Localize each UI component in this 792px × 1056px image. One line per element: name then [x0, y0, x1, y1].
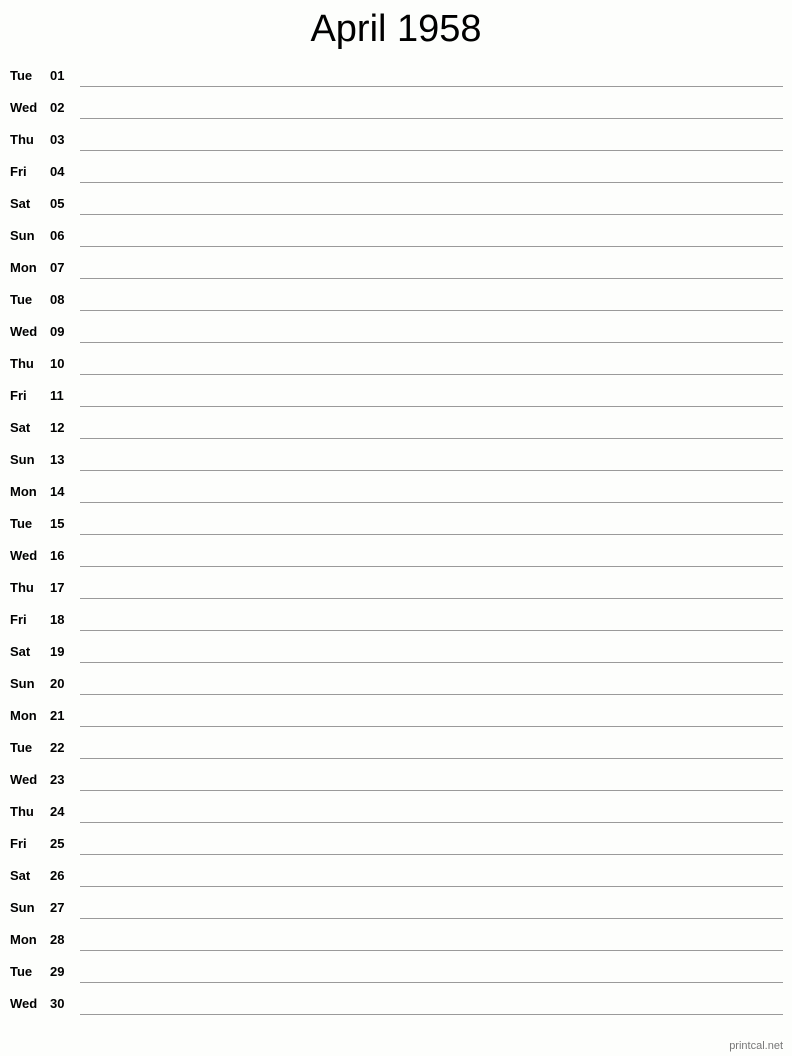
day-row: Sun 20	[0, 662, 792, 695]
day-number: 09	[50, 324, 65, 339]
day-number: 18	[50, 612, 65, 627]
day-row: Tue 08	[0, 278, 792, 311]
weekday-label: Fri	[10, 612, 27, 627]
day-row: Wed 30	[0, 982, 792, 1015]
day-row: Tue 22	[0, 726, 792, 759]
day-row: Fri 04	[0, 150, 792, 183]
day-number: 02	[50, 100, 65, 115]
weekday-label: Wed	[10, 772, 38, 787]
day-number: 12	[50, 420, 65, 435]
day-row: Sun 06	[0, 214, 792, 247]
day-number: 28	[50, 932, 65, 947]
day-number: 07	[50, 260, 65, 275]
calendar-title: April 1958	[310, 8, 482, 50]
day-row: Thu 24	[0, 790, 792, 823]
weekday-label: Tue	[10, 740, 33, 755]
weekday-label: Fri	[10, 164, 27, 179]
weekday-label: Tue	[10, 68, 33, 83]
weekday-label: Sat	[10, 420, 31, 435]
weekday-label: Sat	[10, 868, 31, 883]
day-number: 10	[50, 356, 65, 371]
day-number: 25	[50, 836, 65, 851]
day-number: 06	[50, 228, 65, 243]
day-row: Mon 28	[0, 918, 792, 951]
weekday-label: Mon	[10, 260, 37, 275]
day-row: Thu 03	[0, 118, 792, 151]
day-row: Fri 18	[0, 598, 792, 631]
footer-credit: printcal.net	[729, 1040, 783, 1052]
weekday-label: Sun	[10, 452, 35, 467]
weekday-label: Fri	[10, 836, 27, 851]
day-number: 17	[50, 580, 65, 595]
weekday-label: Sun	[10, 676, 35, 691]
day-number: 27	[50, 900, 65, 915]
weekday-label: Thu	[10, 804, 34, 819]
day-number: 19	[50, 644, 65, 659]
day-row: Tue 29	[0, 950, 792, 983]
day-row: Sat 12	[0, 406, 792, 439]
day-number: 23	[50, 772, 65, 787]
day-row: Mon 07	[0, 246, 792, 279]
day-number: 26	[50, 868, 65, 883]
day-row: Wed 23	[0, 758, 792, 791]
day-row: Sun 27	[0, 886, 792, 919]
day-row: Sat 26	[0, 854, 792, 887]
weekday-label: Wed	[10, 324, 38, 339]
day-number: 13	[50, 452, 65, 467]
weekday-label: Tue	[10, 964, 33, 979]
day-number: 03	[50, 132, 65, 147]
day-number: 22	[50, 740, 65, 755]
day-row: Tue 01	[0, 54, 792, 87]
weekday-label: Wed	[10, 996, 38, 1011]
weekday-label: Thu	[10, 132, 34, 147]
day-number: 29	[50, 964, 65, 979]
weekday-label: Tue	[10, 292, 33, 307]
day-number: 20	[50, 676, 65, 691]
day-list: Tue 01 Wed 02 Thu 03 Fri 04 Sat 05 Sun 06 Mon 07 Tue 08…	[0, 54, 792, 1015]
weekday-label: Mon	[10, 932, 37, 947]
writing-line	[80, 1014, 783, 1015]
day-row: Fri 25	[0, 822, 792, 855]
day-number: 04	[50, 164, 65, 179]
weekday-label: Thu	[10, 580, 34, 595]
weekday-label: Wed	[10, 548, 38, 563]
day-number: 24	[50, 804, 65, 819]
weekday-label: Sun	[10, 228, 35, 243]
day-number: 15	[50, 516, 65, 531]
day-number: 16	[50, 548, 65, 563]
day-row: Wed 02	[0, 86, 792, 119]
day-number: 30	[50, 996, 65, 1011]
day-number: 21	[50, 708, 65, 723]
weekday-label: Wed	[10, 100, 38, 115]
day-row: Thu 10	[0, 342, 792, 375]
day-number: 01	[50, 68, 65, 83]
day-number: 11	[50, 388, 64, 403]
weekday-label: Mon	[10, 484, 37, 499]
weekday-label: Sat	[10, 644, 31, 659]
day-row: Sun 13	[0, 438, 792, 471]
day-row: Thu 17	[0, 566, 792, 599]
day-number: 14	[50, 484, 65, 499]
day-row: Fri 11	[0, 374, 792, 407]
weekday-label: Tue	[10, 516, 33, 531]
weekday-label: Mon	[10, 708, 37, 723]
day-row: Mon 21	[0, 694, 792, 727]
day-row: Wed 16	[0, 534, 792, 567]
weekday-label: Sun	[10, 900, 35, 915]
weekday-label: Thu	[10, 356, 34, 371]
day-number: 08	[50, 292, 65, 307]
day-row: Wed 09	[0, 310, 792, 343]
day-row: Tue 15	[0, 502, 792, 535]
day-row: Mon 14	[0, 470, 792, 503]
day-row: Sat 19	[0, 630, 792, 663]
weekday-label: Fri	[10, 388, 27, 403]
weekday-label: Sat	[10, 196, 31, 211]
day-number: 05	[50, 196, 65, 211]
day-row: Sat 05	[0, 182, 792, 215]
